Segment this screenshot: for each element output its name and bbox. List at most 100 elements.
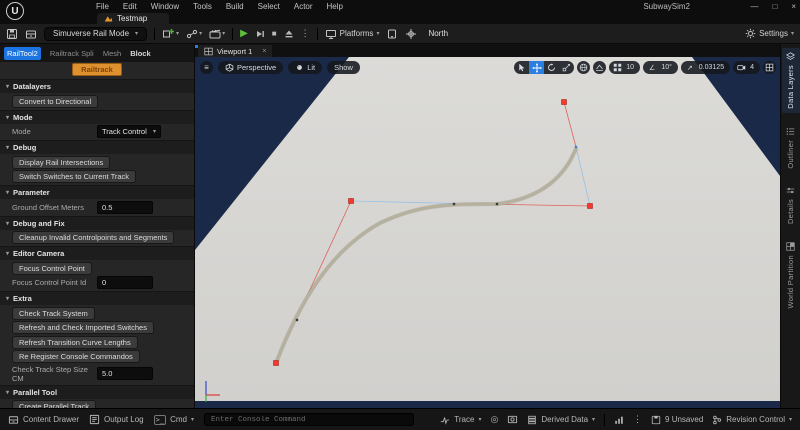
control-point[interactable]: [588, 204, 593, 209]
statusbar-kebab[interactable]: ⋮: [633, 415, 642, 424]
derived-data-dropdown[interactable]: Derived Data ▾: [527, 415, 595, 425]
control-point[interactable]: [274, 361, 279, 366]
panel-button[interactable]: Check Track System: [12, 307, 95, 320]
content-browser-icon[interactable]: [25, 28, 37, 40]
viewport-3d-scene[interactable]: ≡ Perspective Lit Show: [195, 57, 780, 408]
move-tool[interactable]: [529, 61, 544, 74]
control-point[interactable]: [349, 199, 354, 204]
panel-button[interactable]: Display Rail Intersections: [12, 156, 110, 169]
trace-dropdown[interactable]: Trace ▾: [440, 415, 481, 425]
blueprints-button[interactable]: ▾: [186, 28, 202, 40]
panel-button[interactable]: Cleanup Invalid Controlpoints and Segmen…: [12, 231, 174, 244]
panel-button[interactable]: Re Register Console Commandos: [12, 350, 140, 363]
frame-skip-button[interactable]: [255, 29, 265, 39]
section-header[interactable]: ▾Datalayers: [0, 79, 194, 93]
panel-button[interactable]: Convert to Directional: [12, 95, 98, 108]
menu-select[interactable]: Select: [258, 2, 280, 11]
unreal-editor-window: U File Edit Window Tools Build Select Ac…: [0, 0, 800, 430]
spline-mid-point[interactable]: [296, 319, 298, 321]
section-header[interactable]: ▾Parallel Tool: [0, 385, 194, 399]
rotate-tool[interactable]: [544, 61, 559, 74]
main-toolbar: Simuverse Rail Mode ▾ ▾ ▾ ▾ ▶ ■ ⋮ Platfo…: [0, 24, 800, 44]
output-log-button[interactable]: Output Log: [89, 414, 144, 425]
content-drawer-button[interactable]: Content Drawer: [8, 414, 79, 425]
cinematics-button[interactable]: ▾: [209, 28, 225, 40]
world-space-toggle[interactable]: [577, 61, 590, 74]
panel-button[interactable]: Create Parallel Track: [12, 400, 96, 408]
field-input[interactable]: 0.5: [97, 201, 153, 214]
tab-data-layers[interactable]: Data Layers: [782, 48, 800, 113]
section-title: Datalayers: [13, 82, 51, 91]
panel-button[interactable]: Switch Switches to Current Track: [12, 170, 136, 183]
device-output-icon[interactable]: [386, 28, 398, 40]
field-input[interactable]: 5.0: [97, 367, 153, 380]
viewport-options-hamburger[interactable]: ≡: [200, 61, 213, 74]
panel-button[interactable]: Focus Control Point: [12, 262, 92, 275]
add-actor-button[interactable]: ▾: [162, 27, 179, 40]
maximize-viewport-button[interactable]: [763, 61, 776, 74]
stop-button[interactable]: ■: [272, 30, 277, 38]
tool-railtrack-spline[interactable]: Railtrack Spline...: [50, 49, 94, 58]
field-select[interactable]: Track Control▾: [97, 125, 161, 138]
section-header[interactable]: ▾Debug and Fix: [0, 216, 194, 230]
section-header[interactable]: ▾Extra: [0, 291, 194, 305]
tool-block[interactable]: Block: [130, 49, 150, 58]
eject-button[interactable]: [284, 29, 294, 39]
rotation-snap-control[interactable]: ∠ 10°: [643, 61, 678, 74]
menu-edit[interactable]: Edit: [123, 2, 137, 11]
menu-tools[interactable]: Tools: [193, 2, 212, 11]
screenshot-icon[interactable]: [507, 414, 518, 425]
close-button[interactable]: ×: [791, 2, 796, 11]
performance-icon[interactable]: [614, 415, 624, 425]
menu-file[interactable]: File: [96, 2, 109, 11]
scale-tool[interactable]: [559, 61, 574, 74]
toolbar-separator: [154, 28, 155, 40]
camera-speed-control[interactable]: 4: [733, 61, 760, 74]
surface-snap-toggle[interactable]: [593, 61, 606, 74]
spline-mid-point[interactable]: [453, 203, 455, 205]
play-button[interactable]: ▶: [240, 29, 248, 39]
restore-button[interactable]: □: [772, 2, 777, 11]
perspective-dropdown[interactable]: Perspective: [218, 61, 283, 74]
control-point[interactable]: [562, 100, 567, 105]
railtrack-button[interactable]: Railtrack: [72, 63, 122, 76]
panel-button[interactable]: Refresh Transition Curve Lengths: [12, 336, 138, 349]
editor-mode-select[interactable]: Simuverse Rail Mode ▾: [44, 27, 147, 41]
grid-snap-control[interactable]: 10: [609, 61, 640, 74]
show-dropdown[interactable]: Show: [327, 61, 360, 74]
play-options-kebab[interactable]: ⋮: [301, 29, 310, 38]
close-icon[interactable]: ×: [262, 48, 266, 55]
save-icon[interactable]: [6, 28, 18, 40]
minimize-button[interactable]: —: [750, 2, 758, 11]
tab-testmap[interactable]: Testmap: [97, 13, 169, 24]
console-command-input[interactable]: [204, 413, 414, 426]
tool-railtool2[interactable]: RailTool2: [4, 47, 41, 60]
section-header[interactable]: ▾Editor Camera: [0, 246, 194, 260]
menu-window[interactable]: Window: [151, 2, 179, 11]
tab-outliner[interactable]: Outliner: [782, 123, 800, 173]
locate-icon[interactable]: [405, 28, 417, 40]
scale-snap-control[interactable]: ↗ 0.03125: [681, 61, 730, 74]
section-header[interactable]: ▾Debug: [0, 140, 194, 154]
settings-dropdown[interactable]: Settings ▾: [745, 28, 794, 39]
unsaved-badge[interactable]: 9 Unsaved: [651, 415, 703, 425]
section-header[interactable]: ▾Parameter: [0, 185, 194, 199]
field-input[interactable]: 0: [97, 276, 153, 289]
revision-control-dropdown[interactable]: Revision Control ▾: [712, 415, 792, 425]
tab-viewport-1[interactable]: Viewport 1 ×: [198, 45, 272, 57]
spline-mid-point[interactable]: [575, 146, 577, 148]
menu-help[interactable]: Help: [327, 2, 343, 11]
panel-button[interactable]: Refresh and Check Imported Switches: [12, 321, 154, 334]
section-header[interactable]: ▾Mode: [0, 110, 194, 124]
platforms-dropdown[interactable]: Platforms ▾: [325, 28, 380, 40]
cmd-dropdown[interactable]: >_ Cmd ▾: [154, 415, 194, 425]
menu-actor[interactable]: Actor: [294, 2, 313, 11]
tab-world-partition[interactable]: World Partition: [782, 238, 800, 313]
tab-details[interactable]: Details: [782, 182, 800, 228]
select-tool[interactable]: [514, 61, 529, 74]
menu-build[interactable]: Build: [226, 2, 244, 11]
tool-mesh[interactable]: Mesh: [103, 49, 121, 58]
lit-dropdown[interactable]: Lit: [288, 61, 322, 74]
insights-target-button[interactable]: ◎: [490, 414, 498, 425]
spline-mid-point[interactable]: [496, 203, 498, 205]
